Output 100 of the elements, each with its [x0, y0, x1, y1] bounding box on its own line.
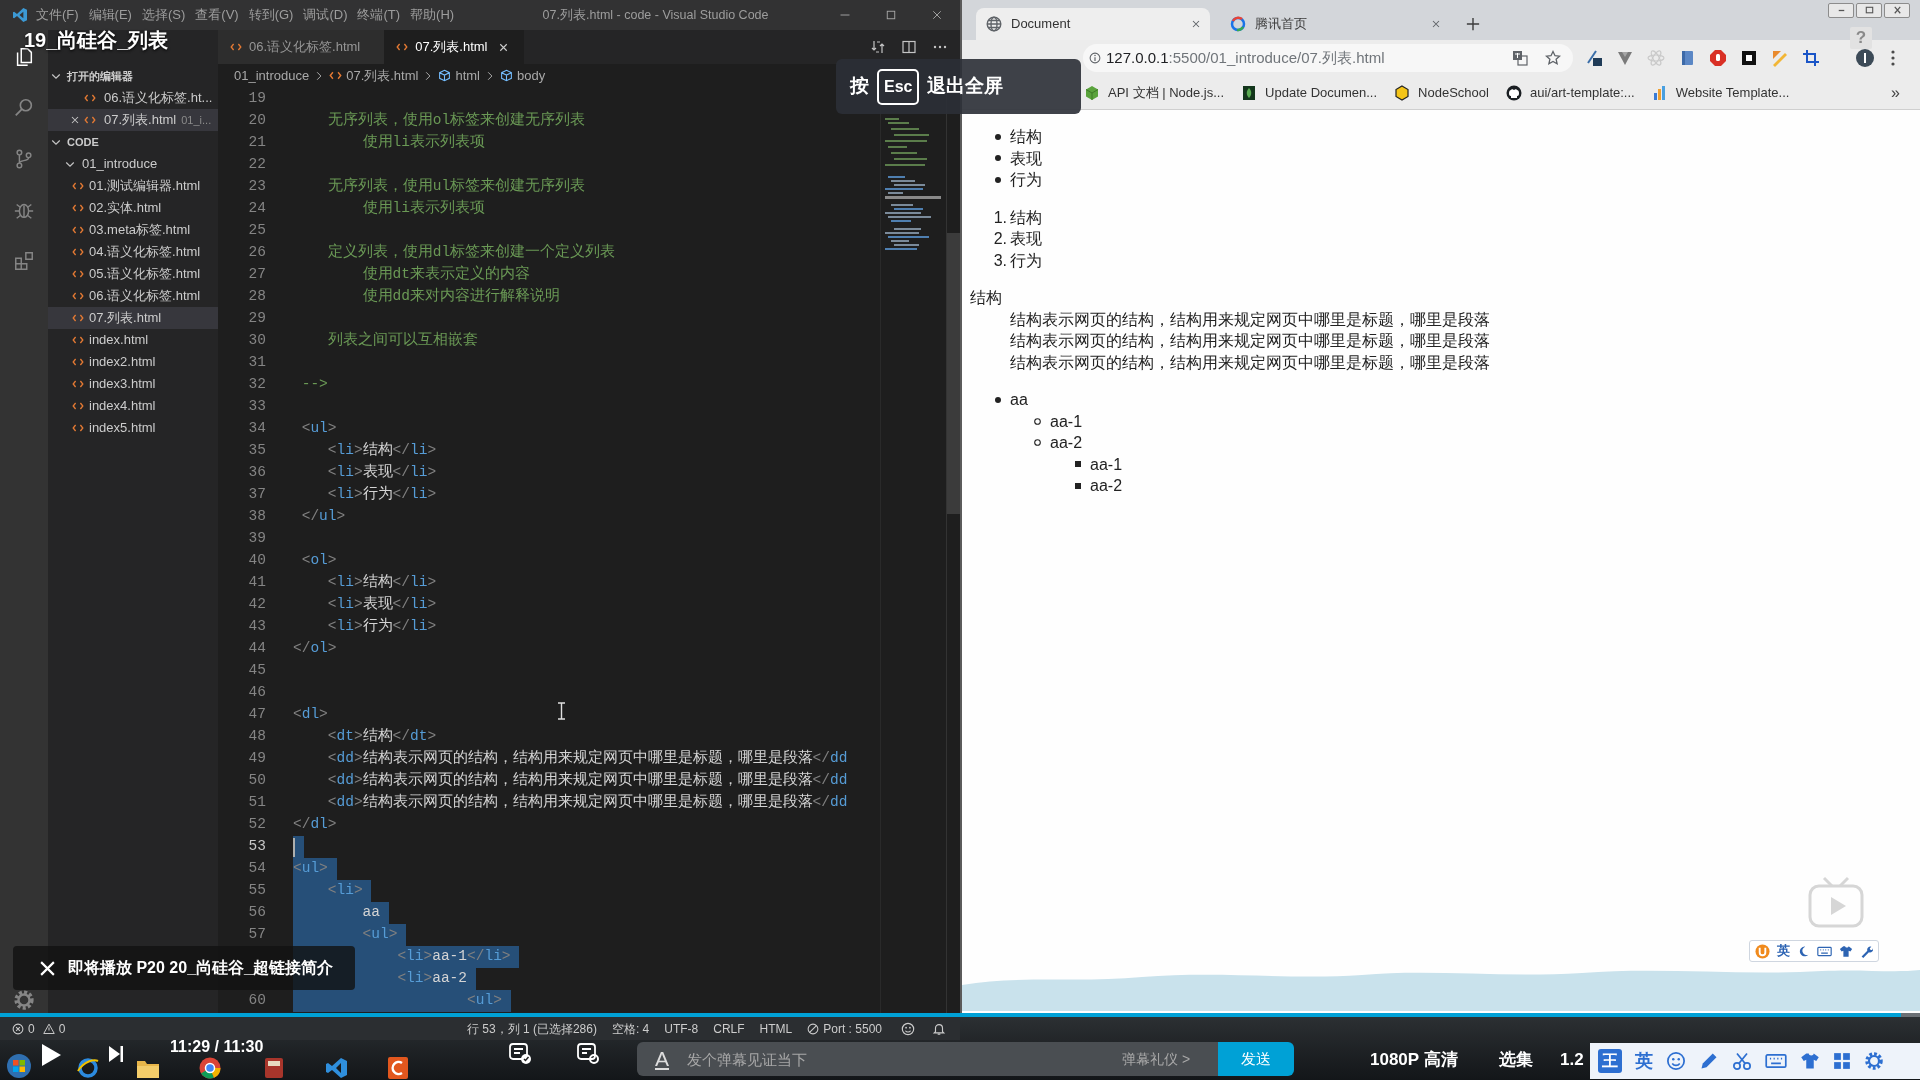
tricolor-ball-icon[interactable] [198, 1057, 222, 1079]
danmaku-input[interactable]: 发个弹幕见证当下 [687, 1042, 1122, 1076]
file-item[interactable]: 03.meta标签.html [48, 219, 218, 241]
settings-icon[interactable] [13, 989, 35, 1011]
scrollbar-thumb[interactable] [947, 233, 960, 514]
file-item[interactable]: 01.测试编辑器.html [48, 175, 218, 197]
status-item[interactable]: 行 53，列 1 (已选择286) [466, 1019, 597, 1038]
breadcrumb-item[interactable]: 01_introduce [234, 65, 310, 86]
open-editor-item[interactable]: 07.列表.html 01_i... [48, 109, 218, 131]
menu-item[interactable]: 编辑(E) [83, 5, 137, 25]
menu-item[interactable]: 转到(G) [243, 5, 299, 25]
bell-icon[interactable] [932, 1021, 946, 1036]
status-item[interactable]: HTML [759, 1019, 793, 1038]
ring-swoosh-icon[interactable] [76, 1057, 100, 1079]
file-item[interactable]: index.html [48, 329, 218, 351]
split-editor-icon[interactable] [901, 39, 917, 55]
bookmark-item[interactable]: API 文档 | Node.js... [1084, 82, 1225, 103]
menu-item[interactable]: 终端(T) [352, 5, 406, 25]
breadcrumb-item[interactable]: body [500, 65, 546, 86]
crop-icon[interactable] [1802, 49, 1820, 67]
open-editor-item[interactable]: 06.语义化标签.ht... [48, 87, 218, 109]
problems-button[interactable]: 0 0 [12, 1019, 66, 1038]
file-item[interactable]: index3.html [48, 373, 218, 395]
smiley-icon[interactable] [1666, 1051, 1686, 1071]
kebab-menu-icon[interactable] [1890, 50, 1896, 66]
file-item[interactable]: index4.html [48, 395, 218, 417]
moon-icon[interactable] [1797, 944, 1810, 958]
ribbon-logo-icon[interactable] [324, 1057, 348, 1079]
wrench-icon[interactable] [1860, 944, 1873, 958]
danmaku-style-button[interactable]: A [637, 1042, 687, 1076]
info-icon[interactable] [1089, 52, 1101, 64]
compare-icon[interactable] [870, 39, 886, 55]
quality-button[interactable]: 1080P 高清 [1370, 1047, 1458, 1073]
status-item[interactable]: CRLF [713, 1019, 745, 1038]
play-icon[interactable] [39, 1042, 63, 1068]
editor-tab[interactable]: 06.语义化标签.html [218, 30, 385, 64]
branch-icon[interactable] [13, 148, 35, 170]
speed-button[interactable]: 1.2 [1560, 1047, 1584, 1073]
extensions-icon[interactable] [13, 250, 35, 272]
file-item[interactable]: index2.html [48, 351, 218, 373]
file-item[interactable]: index5.html [48, 417, 218, 439]
menu-item[interactable]: 帮助(H) [405, 5, 460, 25]
profile-avatar-icon[interactable] [1856, 49, 1874, 67]
translate-icon[interactable] [1512, 50, 1528, 66]
menu-item[interactable]: 文件(F) [31, 5, 84, 25]
address-bar[interactable]: 127.0.0.1:5500/01_introduce/07.列表.html [1083, 44, 1573, 72]
file-item[interactable]: 07.列表.html [48, 307, 218, 329]
stop-sign-icon[interactable] [1709, 49, 1727, 67]
ime-mode-toggle[interactable]: 英 [1635, 1047, 1653, 1075]
section-header[interactable]: 打开的编辑器 [48, 65, 218, 87]
bookmark-item[interactable]: aui/art-template:... [1505, 82, 1635, 103]
menu-item[interactable]: 选择(S) [136, 5, 191, 25]
grid-icon[interactable] [1833, 1052, 1851, 1070]
ime-badge[interactable]: 王 [1598, 1049, 1622, 1073]
menu-item[interactable]: 调试(D) [298, 5, 353, 25]
live-server-button[interactable]: Port : 5500 [807, 1019, 882, 1038]
bookmark-star-icon[interactable] [1545, 50, 1561, 66]
file-item[interactable]: 04.语义化标签.html [48, 241, 218, 263]
danmaku-etiquette-link[interactable]: 弹幕礼仪 > [1122, 1042, 1218, 1076]
square-frame-icon[interactable] [1740, 49, 1758, 67]
close-icon[interactable] [69, 114, 81, 126]
settings-icon[interactable] [1864, 1051, 1884, 1071]
danmaku-toggle-icon[interactable] [508, 1041, 532, 1065]
minimize-button[interactable] [1828, 3, 1854, 18]
breadcrumb-item[interactable]: 07.列表.html [329, 65, 419, 86]
editor-tab[interactable]: 07.列表.html [384, 30, 524, 64]
browser-tab[interactable]: Document [976, 8, 1210, 40]
file-item[interactable]: 05.语义化标签.html [48, 263, 218, 285]
bookmark-item[interactable]: Website Template... [1651, 82, 1790, 103]
triangle-logo-icon[interactable] [1616, 49, 1634, 67]
search-icon[interactable] [13, 97, 35, 119]
breadcrumb-item[interactable]: html [438, 65, 480, 86]
pen-icon[interactable] [1699, 1051, 1719, 1071]
status-item[interactable]: UTF-8 [664, 1019, 699, 1038]
next-icon[interactable] [108, 1045, 124, 1063]
file-item[interactable]: 02.实体.html [48, 197, 218, 219]
browser-tab[interactable]: 腾讯首页 [1220, 8, 1450, 40]
new-tab-icon[interactable] [1466, 17, 1480, 31]
bookmark-item[interactable]: Update Documen... [1241, 82, 1378, 103]
scissors-icon[interactable] [1732, 1051, 1752, 1071]
folder-item[interactable]: 01_introduce [48, 153, 218, 175]
section-header[interactable]: CODE [48, 131, 218, 153]
keyboard-icon[interactable] [1817, 944, 1832, 958]
restore-button[interactable] [1856, 3, 1882, 18]
keyboard-icon[interactable] [1765, 1051, 1787, 1071]
arc-app-icon[interactable] [386, 1057, 410, 1079]
book-app-icon[interactable] [262, 1057, 286, 1079]
status-item[interactable]: 空格: 4 [611, 1019, 650, 1038]
bookmark-item[interactable]: NodeSchool [1394, 82, 1489, 103]
menu-item[interactable]: 查看(V) [190, 5, 244, 25]
danmaku-settings-icon[interactable] [576, 1041, 600, 1065]
file-item[interactable]: 06.语义化标签.html [48, 285, 218, 307]
bookmarks-overflow-button[interactable]: » [1891, 80, 1900, 105]
shirt-icon[interactable] [1800, 1052, 1820, 1070]
shirt-icon[interactable] [1839, 944, 1853, 958]
episodes-button[interactable]: 选集 [1499, 1047, 1533, 1073]
slash-badge-icon[interactable] [1585, 49, 1603, 67]
start-orb-icon[interactable] [6, 1053, 32, 1079]
list-item-text: 结构 [1010, 207, 1042, 228]
ime-mode-toggle[interactable]: 英 [1777, 941, 1790, 961]
